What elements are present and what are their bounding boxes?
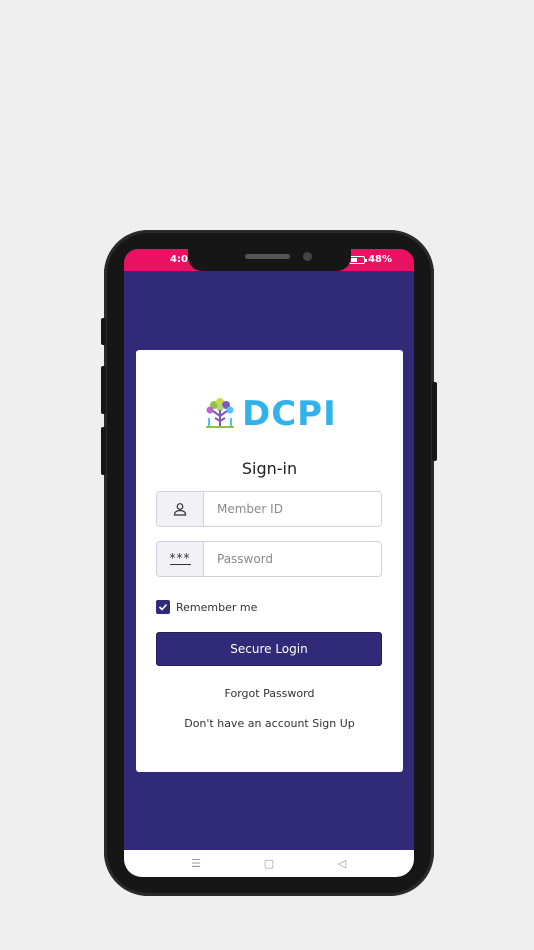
- check-icon: [158, 603, 168, 611]
- home-icon[interactable]: ▢: [261, 856, 277, 872]
- app-logo: DCPI: [202, 396, 337, 432]
- battery-percent: 48%: [368, 254, 392, 265]
- secure-login-button[interactable]: Secure Login: [156, 632, 382, 666]
- remember-me-row[interactable]: Remember me: [156, 600, 257, 614]
- phone-screen: 4:05 48% DCPI Sign-in Member ID *** Reme…: [124, 249, 414, 877]
- remember-me-label: Remember me: [176, 600, 258, 614]
- user-icon: [173, 503, 187, 516]
- password-group: ***: [156, 541, 382, 577]
- android-nav-bar: ☰ ▢ ◁: [124, 850, 414, 877]
- member-id-addon: [157, 492, 204, 526]
- status-battery: 48%: [349, 254, 392, 265]
- logo-text: DCPI: [242, 394, 337, 434]
- login-card: DCPI Sign-in *** Rememb: [136, 350, 403, 772]
- recents-icon[interactable]: ☰: [188, 856, 204, 872]
- forgot-password-link[interactable]: Forgot Password: [136, 687, 403, 700]
- signin-title: Sign-in: [241, 459, 298, 478]
- phone-power-button: [432, 382, 437, 461]
- speaker: [245, 254, 290, 259]
- battery-icon: [349, 255, 368, 264]
- member-id-input[interactable]: [204, 492, 381, 526]
- phone-notch: [188, 247, 351, 271]
- front-camera-icon: [303, 252, 312, 261]
- phone-volume-button: [101, 318, 106, 345]
- password-addon: ***: [157, 542, 204, 576]
- member-id-group: [156, 491, 382, 527]
- phone-volume-down-button: [101, 427, 106, 475]
- phone-volume-up-button: [101, 366, 106, 414]
- remember-me-checkbox[interactable]: [156, 600, 170, 614]
- tree-logo-icon: [206, 398, 234, 428]
- signup-link[interactable]: Don't have an account Sign Up: [136, 717, 403, 730]
- password-dots-icon: ***: [169, 550, 191, 565]
- back-icon[interactable]: ◁: [334, 856, 350, 872]
- password-input[interactable]: [204, 542, 381, 576]
